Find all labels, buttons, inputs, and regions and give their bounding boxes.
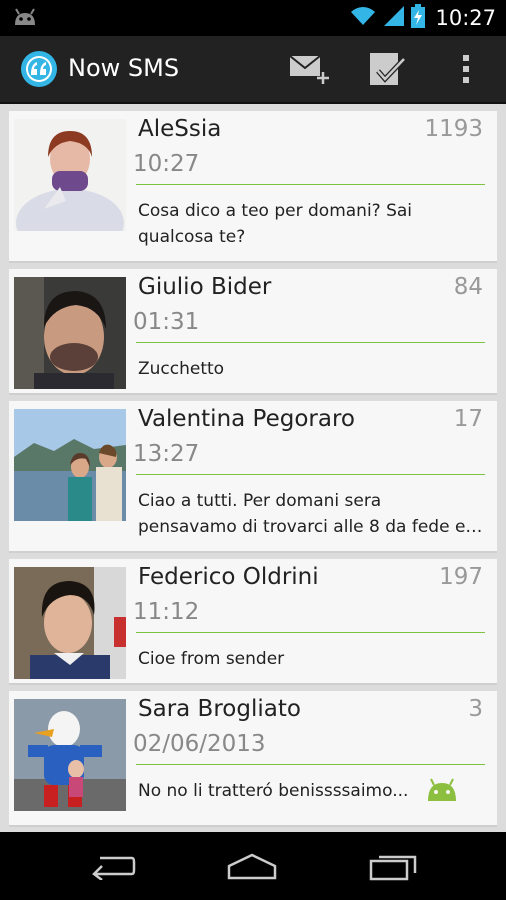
contact-photo [14, 699, 126, 811]
action-bar: Now SMS [0, 36, 506, 104]
message-preview: Ciao a tutti. Per domani sera pensavamo … [138, 491, 483, 537]
message-count: 1193 [424, 116, 483, 142]
message-count: 84 [453, 274, 483, 300]
contact-photo [14, 409, 126, 521]
app-logo-icon[interactable] [20, 50, 58, 88]
message-preview: Zucchetto [138, 359, 225, 379]
contact-photo [14, 567, 126, 679]
back-icon[interactable] [82, 846, 142, 886]
message-time: 11:12 [133, 599, 200, 625]
android-robot-icon [425, 777, 459, 807]
conversation-item[interactable]: Federico Oldrini 197 11:12 Cioe from sen… [9, 559, 497, 685]
mark-read-icon[interactable] [362, 46, 414, 92]
message-count: 197 [439, 564, 483, 590]
battery-icon [411, 4, 426, 32]
contact-name: AleSsia [138, 116, 222, 142]
status-bar: 10:27 [0, 0, 506, 36]
clock: 10:27 [435, 6, 496, 30]
home-icon[interactable] [222, 846, 282, 886]
message-preview: No no li tratteró benissssaimo... [138, 781, 409, 801]
recent-apps-icon[interactable] [364, 846, 424, 886]
conversation-list[interactable]: AleSsia 1193 10:27 Cosa dico a teo per d… [0, 104, 506, 832]
message-time: 02/06/2013 [133, 731, 266, 757]
wifi-icon [349, 5, 377, 31]
contact-name: Giulio Bider [138, 274, 272, 300]
navigation-bar [0, 832, 506, 900]
divider [136, 184, 485, 185]
message-preview: Cosa dico a teo per domani? Sai qualcosa… [138, 201, 413, 247]
overflow-menu-icon[interactable] [440, 46, 492, 92]
app-title: Now SMS [68, 54, 180, 82]
contact-name: Valentina Pegoraro [138, 406, 355, 432]
message-time: 10:27 [133, 151, 200, 177]
divider [136, 764, 485, 765]
signal-icon [383, 5, 405, 31]
conversation-item[interactable]: Valentina Pegoraro 17 13:27 Ciao a tutti… [9, 401, 497, 553]
message-count: 3 [468, 696, 483, 722]
android-notification-icon [12, 7, 38, 31]
conversation-item[interactable]: Sara Brogliato 3 02/06/2013 No no li tra… [9, 691, 497, 827]
message-preview: Cioe from sender [138, 649, 285, 669]
conversation-item[interactable]: AleSsia 1193 10:27 Cosa dico a teo per d… [9, 111, 497, 263]
divider [136, 474, 485, 475]
message-count: 17 [453, 406, 483, 432]
contact-photo [14, 277, 126, 389]
contact-name: Federico Oldrini [138, 564, 319, 590]
divider [136, 342, 485, 343]
message-time: 01:31 [133, 309, 200, 335]
message-time: 13:27 [133, 441, 200, 467]
new-message-icon[interactable] [283, 46, 335, 92]
divider [136, 632, 485, 633]
conversation-item[interactable]: Giulio Bider 84 01:31 Zucchetto [9, 269, 497, 395]
contact-photo [14, 119, 126, 231]
contact-name: Sara Brogliato [138, 696, 301, 722]
